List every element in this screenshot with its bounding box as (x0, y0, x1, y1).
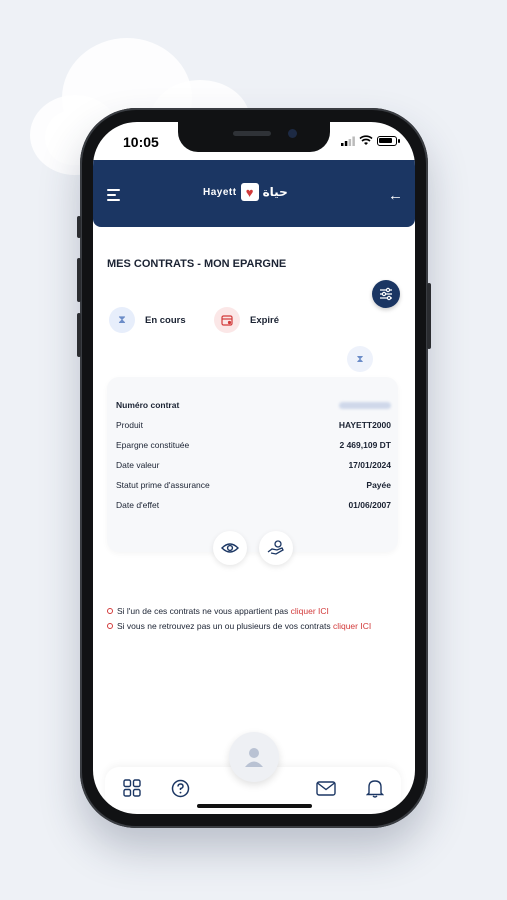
user-avatar-icon (245, 748, 263, 767)
note-line: Si vous ne retrouvez pas un ou plusieurs… (107, 621, 371, 631)
row-key: Date d'effet (116, 500, 160, 510)
row-key: Date valeur (116, 460, 160, 470)
row-key: Numéro contrat (116, 400, 180, 410)
hand-coin-icon (267, 540, 284, 555)
contract-row-date-effet: Date d'effet 01/06/2007 (116, 498, 391, 512)
row-value: 2 469,109 DT (339, 440, 391, 450)
phone-power-button (427, 283, 431, 349)
home-indicator (197, 804, 312, 808)
row-key: Epargne constituée (116, 440, 190, 450)
battery-level (379, 138, 392, 143)
profile-button[interactable] (229, 732, 279, 782)
status-time: 10:05 (123, 134, 159, 150)
row-value: 17/01/2024 (348, 460, 391, 470)
row-value: HAYETT2000 (338, 420, 391, 430)
contract-row-date-valeur: Date valeur 17/01/2024 (116, 458, 391, 472)
note-text: Si vous ne retrouvez pas un ou plusieurs… (117, 621, 372, 631)
front-camera (288, 129, 297, 138)
bell-icon[interactable] (364, 777, 386, 799)
cellular-signal-icon (341, 136, 355, 146)
phone-mute-switch (77, 216, 81, 238)
phone-volume-up (77, 258, 81, 302)
contract-card[interactable]: Numéro contrat Produit HAYETT2000 Epargn… (107, 377, 398, 552)
contract-row-epargne: Epargne constituée 2 469,109 DT (116, 438, 391, 452)
battery-icon (377, 136, 400, 146)
view-contract-button[interactable] (213, 531, 247, 565)
legend-en-cours[interactable]: ⧗ En cours (109, 307, 186, 333)
help-icon[interactable] (169, 777, 191, 799)
speaker-grille (233, 131, 271, 136)
phone-frame: 10:05 Hayett ♥ حياة ← MES CONTRATS - MON… (77, 108, 431, 828)
logo-arabic-text: حياة (262, 185, 288, 199)
eye-icon (221, 543, 239, 553)
bullet-icon (107, 623, 113, 629)
wifi-icon (359, 135, 373, 145)
contract-row-numero: Numéro contrat (116, 398, 391, 412)
contract-row-statut: Statut prime d'assurance Payée (116, 478, 391, 492)
row-value: 01/06/2007 (348, 500, 391, 510)
legend-expire[interactable]: Expiré (214, 307, 279, 333)
bullet-icon (107, 608, 113, 614)
help-notes: Si l'un de ces contrats ne vous appartie… (107, 606, 371, 636)
hourglass-icon: ⧗ (347, 346, 373, 372)
note-text: Si l'un de ces contrats ne vous appartie… (117, 606, 329, 616)
grid-icon[interactable] (121, 777, 143, 799)
note-line: Si l'un de ces contrats ne vous appartie… (107, 606, 371, 616)
blurred-contract-number (339, 401, 391, 409)
back-arrow-icon[interactable]: ← (388, 187, 403, 204)
notch (178, 122, 330, 152)
logo-heart-icon: ♥ (240, 183, 259, 201)
phone-volume-down (77, 313, 81, 357)
row-key: Produit (116, 420, 143, 430)
mail-icon[interactable] (315, 777, 337, 799)
phone-screen: 10:05 Hayett ♥ حياة ← MES CONTRATS - MON… (93, 122, 415, 814)
page-title: MES CONTRATS - MON EPARGNE (107, 258, 287, 270)
click-here-link[interactable]: cliquer ICI (291, 606, 329, 616)
row-key: Statut prime d'assurance (116, 480, 210, 490)
app-header: Hayett ♥ حياة ← (93, 160, 415, 227)
hayett-logo: Hayett ♥ حياة (203, 183, 288, 201)
logo-latin-text: Hayett (203, 186, 237, 198)
row-value: Payée (366, 480, 391, 490)
sliders-icon (380, 287, 392, 301)
legend-label: En cours (145, 314, 186, 326)
contract-row-produit: Produit HAYETT2000 (116, 418, 391, 432)
click-here-link[interactable]: cliquer ICI (333, 621, 371, 631)
hourglass-icon: ⧗ (109, 307, 135, 333)
filter-button[interactable] (372, 280, 400, 308)
hamburger-icon[interactable] (107, 188, 121, 202)
calendar-x-icon (214, 307, 240, 333)
payment-button[interactable] (259, 531, 293, 565)
legend-label: Expiré (250, 314, 280, 326)
